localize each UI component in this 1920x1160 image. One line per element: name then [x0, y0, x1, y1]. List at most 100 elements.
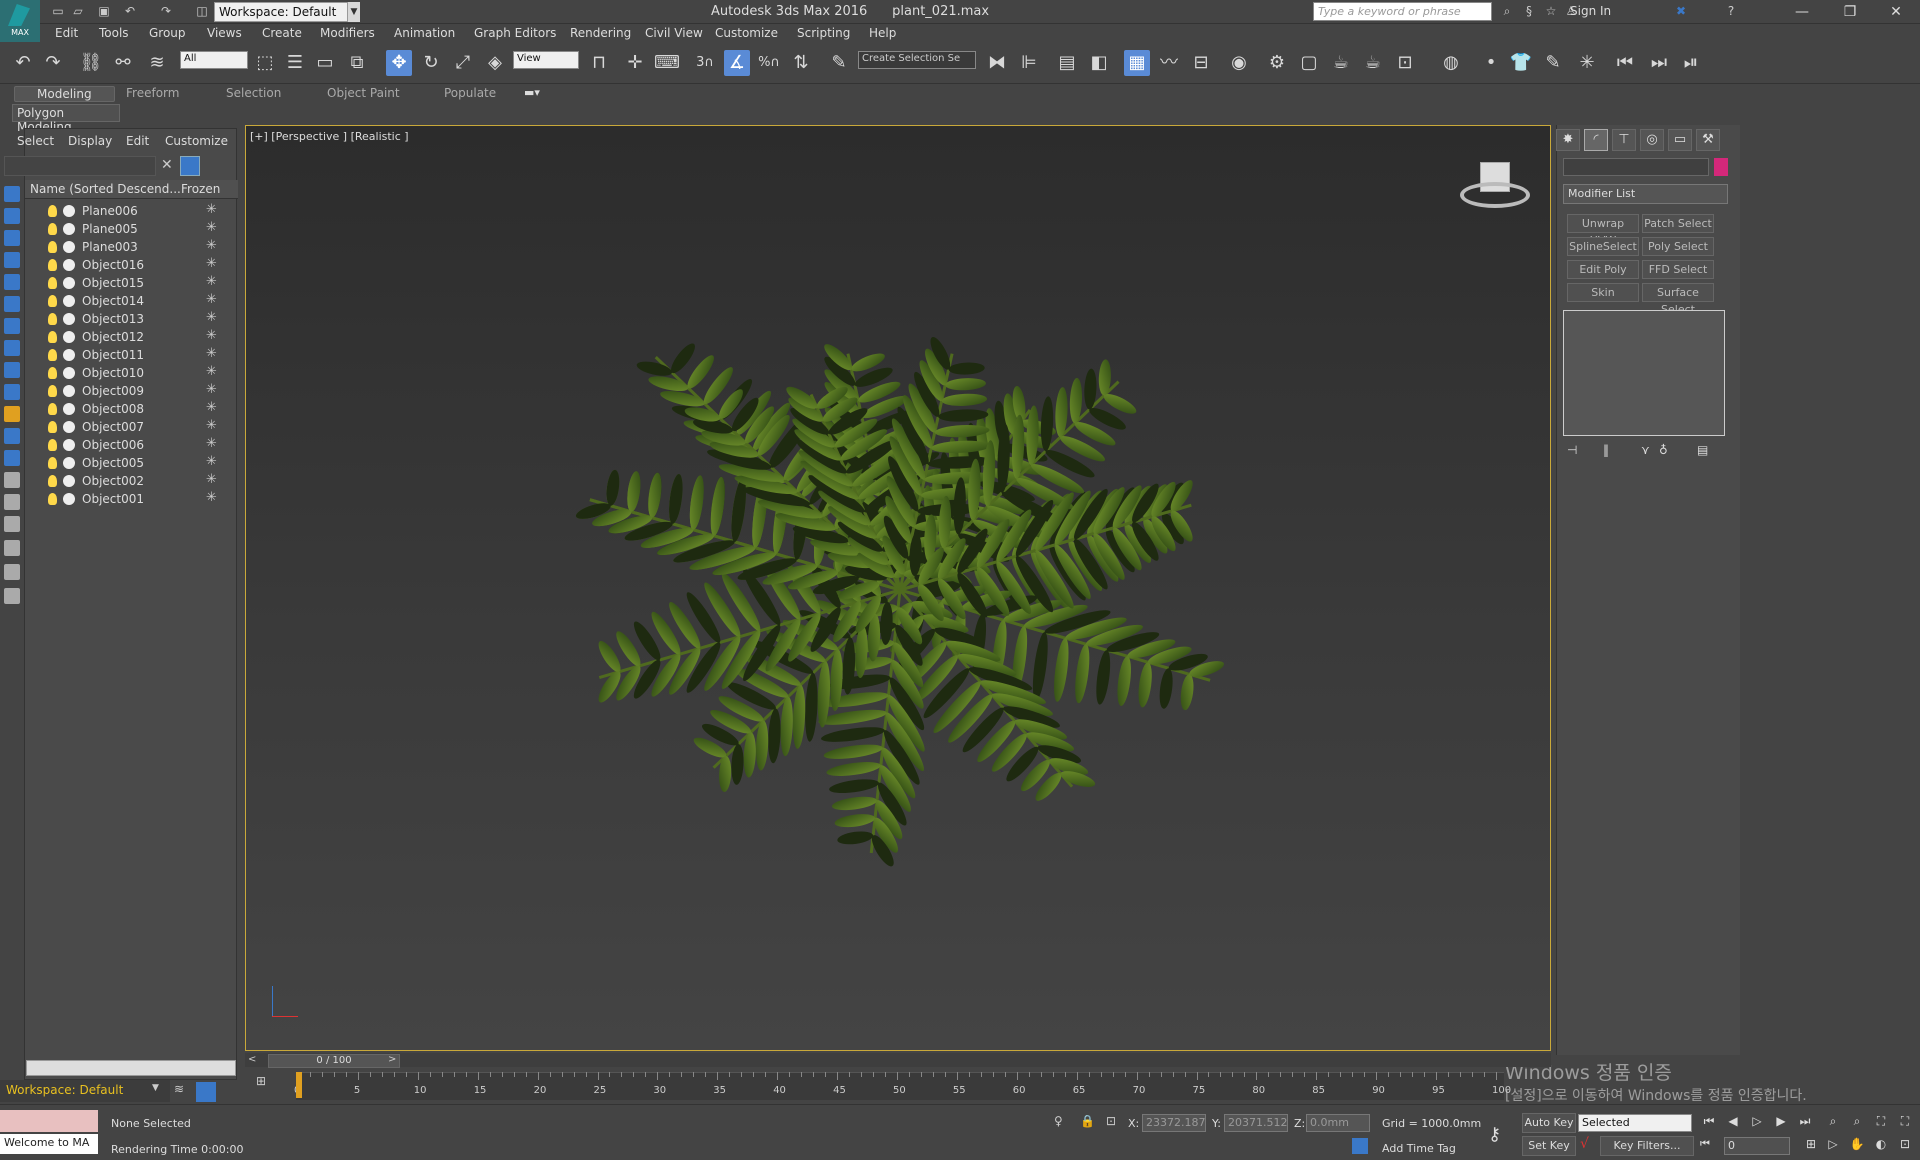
key-mode-icon[interactable]: ⏯ [1678, 50, 1704, 76]
exchange-icon[interactable]: ✖ [1672, 4, 1690, 20]
frozen-icon[interactable]: ✳ [206, 256, 217, 271]
menu-customize[interactable]: Customize [715, 26, 778, 40]
explorer-menu-select[interactable]: Select [17, 134, 54, 148]
light-bulb-icon[interactable] [48, 475, 57, 487]
x-coordinate-field[interactable]: 23372.187 [1142, 1114, 1206, 1132]
render-iterative-icon[interactable]: ☕ [1360, 50, 1386, 76]
select-object-icon[interactable]: ⬚ [252, 50, 278, 76]
light-bulb-icon[interactable] [48, 223, 57, 235]
visibility-icon[interactable] [63, 331, 75, 343]
previous-frame-icon[interactable]: ◀ [1724, 1114, 1742, 1132]
next-frame-icon[interactable]: ▶ [1772, 1114, 1790, 1132]
chevron-down-icon[interactable]: ▼ [152, 1083, 159, 1093]
list-item[interactable]: Plane003 ✳ [26, 238, 236, 256]
maxscript-listener[interactable] [0, 1110, 98, 1132]
tab-freeform[interactable]: Freeform [126, 86, 179, 100]
frozen-icon[interactable]: ✳ [206, 436, 217, 451]
light-bulb-icon[interactable] [48, 493, 57, 505]
frozen-icon[interactable]: ✳ [206, 490, 217, 505]
viewcube-ring-icon[interactable] [1460, 182, 1530, 208]
layers-icon[interactable]: ≋ [174, 1082, 192, 1100]
frozen-icon[interactable]: ✳ [206, 274, 217, 289]
display-all-objects-icon[interactable] [4, 494, 20, 510]
hierarchy-icon[interactable] [4, 516, 20, 532]
curve-icon[interactable]: √ [1580, 1136, 1589, 1152]
tab-populate[interactable]: Populate [444, 86, 496, 100]
align-icon[interactable]: ⊫ [1016, 50, 1042, 76]
light-bulb-icon[interactable] [48, 295, 57, 307]
motion-tab-icon[interactable]: ◎ [1640, 129, 1664, 151]
list-item[interactable]: Plane005 ✳ [26, 220, 236, 238]
time-slider[interactable]: 0 / 100 [268, 1054, 400, 1068]
menu-civil-view[interactable]: Civil View [645, 26, 703, 40]
utilities-tab-icon[interactable]: ⚒ [1696, 129, 1720, 151]
frozen-icon[interactable]: ✳ [206, 454, 217, 469]
light-bulb-icon[interactable] [48, 259, 57, 271]
next-frame-icon[interactable]: > [388, 1054, 396, 1065]
render-setup-icon[interactable]: ⚙ [1264, 50, 1290, 76]
binoculars-icon[interactable]: ⌕ [1498, 4, 1516, 20]
explorer-menu-display[interactable]: Display [68, 134, 112, 148]
menu-help[interactable]: Help [869, 26, 896, 40]
show-end-result-icon[interactable]: ‖ [1603, 443, 1609, 457]
frozen-icon[interactable]: ✳ [206, 310, 217, 325]
unwrap-uvw-button[interactable]: Unwrap UVW [1567, 214, 1639, 247]
bind-space-warp-icon[interactable]: ≋ [144, 50, 170, 76]
angle-snap-icon[interactable]: ∡ [724, 50, 750, 76]
sphere-icon[interactable]: • [1478, 50, 1504, 76]
workspace-dropdown[interactable]: Workspace: Default [214, 2, 348, 22]
display-shapes-icon[interactable] [4, 252, 20, 268]
light-bulb-icon[interactable] [48, 331, 57, 343]
display-tab-icon[interactable]: ▭ [1668, 129, 1692, 151]
list-item[interactable]: Object016 ✳ [26, 256, 236, 274]
hair-tool-icon[interactable]: ✎ [1540, 50, 1566, 76]
light-bulb-icon[interactable] [48, 439, 57, 451]
zoom-extents-icon[interactable]: ⛶ [1872, 1114, 1890, 1132]
play-icon[interactable]: ▷ [1748, 1114, 1766, 1132]
display-frozen-icon[interactable] [4, 450, 20, 466]
hierarchy-tab-icon[interactable]: ⊤ [1612, 129, 1636, 151]
visibility-icon[interactable] [63, 367, 75, 379]
explorer-horizontal-scrollbar[interactable] [26, 1060, 236, 1076]
remove-modifier-icon[interactable]: ♁ [1659, 443, 1668, 457]
explorer-workspace-label[interactable]: Workspace: Default [0, 1080, 170, 1102]
tab-object-paint[interactable]: Object Paint [327, 86, 400, 100]
display-cameras-icon[interactable] [4, 296, 20, 312]
visibility-icon[interactable] [63, 313, 75, 325]
light-bulb-icon[interactable] [48, 421, 57, 433]
set-key-button[interactable]: Set Key [1522, 1136, 1576, 1156]
layer-explorer-icon[interactable]: ▤ [1054, 50, 1080, 76]
clear-search-icon[interactable]: ✕ [161, 157, 173, 173]
key-mode-toggle-icon[interactable]: ⏮ [1700, 1137, 1710, 1151]
display-lights-icon[interactable] [4, 274, 20, 290]
restore-button[interactable]: ❐ [1828, 0, 1872, 24]
menu-create[interactable]: Create [262, 26, 302, 40]
display-geometry-icon[interactable] [4, 230, 20, 246]
keyboard-shortcut-override-icon[interactable]: ⌨ [654, 50, 680, 76]
window-crossing-icon[interactable]: ⧉ [344, 50, 370, 76]
redo-icon[interactable]: ↷ [158, 3, 174, 19]
named-selection-dropdown[interactable]: Create Selection Se [858, 51, 976, 69]
list-item[interactable]: Object011 ✳ [26, 346, 236, 364]
next-key-icon[interactable]: ⏭ [1646, 50, 1672, 76]
schematic-view-icon[interactable]: ⊟ [1188, 50, 1214, 76]
prev-key-icon[interactable]: ⏮ [1612, 50, 1638, 76]
light-bulb-icon[interactable] [48, 403, 57, 415]
frozen-icon[interactable]: ✳ [206, 346, 217, 361]
link-icon[interactable]: ⛓ [78, 50, 104, 76]
place-icon[interactable]: ◈ [482, 50, 508, 76]
time-tag-icon[interactable] [1352, 1138, 1368, 1154]
current-frame-field[interactable]: 0 [1724, 1137, 1790, 1155]
zoom-all-icon[interactable]: ⌕ [1848, 1114, 1866, 1132]
search-input[interactable]: Type a keyword or phrase [1313, 2, 1492, 21]
maxscript-mini-listener[interactable]: Welcome to MA [0, 1134, 98, 1154]
scale-icon[interactable]: ⤢ [450, 50, 476, 76]
list-item[interactable]: Plane006 ✳ [26, 202, 236, 220]
visibility-icon[interactable] [63, 457, 75, 469]
visibility-icon[interactable] [63, 259, 75, 271]
particle-icon[interactable]: ✳ [1574, 50, 1600, 76]
menu-tools[interactable]: Tools [99, 26, 129, 40]
visibility-icon[interactable] [63, 421, 75, 433]
new-file-icon[interactable]: ▭ [50, 3, 66, 19]
modifier-list-dropdown[interactable]: Modifier List [1563, 184, 1728, 204]
